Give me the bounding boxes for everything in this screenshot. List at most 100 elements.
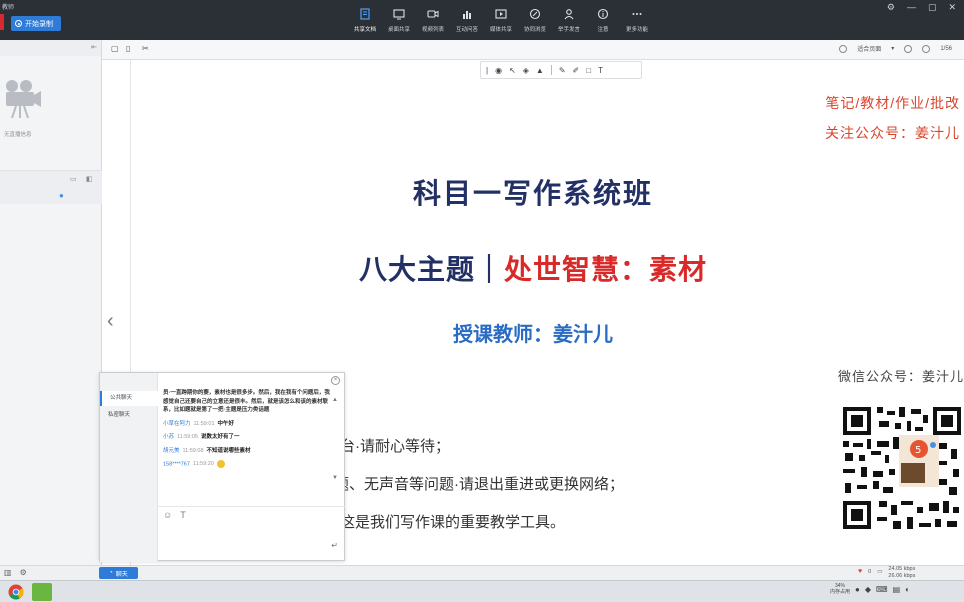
chat-text: 说数太好有了一 <box>201 434 240 440</box>
zoom-out-icon[interactable] <box>904 44 913 53</box>
subtitle-left: 八大主题｜ <box>358 253 504 286</box>
shield-icon[interactable]: ◆ <box>865 585 871 594</box>
zoom-fit-icon[interactable] <box>839 44 848 53</box>
chat-message: 小苏 11:59:05 说数太好有了一 <box>163 433 333 442</box>
keyboard-icon[interactable]: ⌨ <box>876 585 888 594</box>
tab-public-chat[interactable]: 公共聊天 <box>100 391 158 406</box>
left-panel-strip: ▭ ◧ ● <box>0 170 102 204</box>
toolbar-desktop-share[interactable]: 桌面共享 <box>382 6 416 36</box>
toolbar-notice[interactable]: 注意 <box>586 6 620 36</box>
chat-time: 11:59:01 <box>193 420 215 427</box>
text-icon[interactable]: T <box>598 66 603 75</box>
toolbar-label: 更多功能 <box>625 27 648 33</box>
flag-icon[interactable]: ▥ <box>4 568 12 577</box>
close-icon[interactable]: ✕ <box>948 2 956 13</box>
toolbar-label: 举手发言 <box>557 27 580 33</box>
memory-label: 内存占用 <box>830 589 851 595</box>
chat-time: 11:59:08 <box>182 447 204 454</box>
chat-sender[interactable]: 小草在阿力 <box>163 421 191 427</box>
pen-icon[interactable]: ✎ <box>559 66 566 75</box>
chat-panel: 公共聊天 私密聊天 × ▲ ▼ 员·一直跨期你的要，素材也是很多步。然后，我在我… <box>99 372 345 562</box>
chat-text: 不知道说哪些素材 <box>206 447 251 454</box>
chat-sender[interactable]: 胡元美 <box>163 448 180 454</box>
record-circle-icon[interactable]: ◉ <box>495 66 502 75</box>
chat-tabs: 公共聊天 私密聊天 <box>100 373 158 562</box>
volume-icon[interactable]: ◐ <box>905 585 910 594</box>
toolbar-hand-raise[interactable]: 举手发言 <box>552 6 586 36</box>
folder-icon[interactable]: ▭ <box>70 175 77 183</box>
network-icon[interactable]: ▤ <box>893 585 901 594</box>
gear-icon[interactable]: ⚙ <box>20 568 27 577</box>
tab-private-chat[interactable]: 私密聊天 <box>100 408 158 423</box>
chat-sender[interactable]: 小苏 <box>163 434 174 440</box>
toolbar-video-list[interactable]: 视频列表 <box>416 6 450 36</box>
lock-icon[interactable]: ◧ <box>86 175 93 183</box>
settings-icon[interactable]: ⚙ <box>887 2 895 13</box>
toolbar-label: 共享文档 <box>353 27 376 33</box>
toolbar-browse[interactable]: 协同浏览 <box>518 6 552 36</box>
drag-handle-icon[interactable]: | <box>486 66 488 75</box>
zoom-in-icon[interactable] <box>922 44 931 53</box>
chat-message: 158****767 11:59:20 <box>163 460 333 469</box>
page-indicator: 1/56 <box>940 45 952 52</box>
maximize-icon[interactable]: ▢ <box>928 2 937 13</box>
chart-icon <box>463 11 471 19</box>
record-tray-icon[interactable]: ● <box>855 585 860 594</box>
toolbar-label: 桌面共享 <box>387 27 410 33</box>
slide-subtitle: 八大主题｜处世智慧：素材 <box>102 248 964 288</box>
share-doc-icon <box>360 8 370 20</box>
toolbar-label: 互动问答 <box>455 27 478 33</box>
chat-message: 胡元美 11:59:08 不知道说哪些素材 <box>163 447 333 456</box>
emoji-icon[interactable]: ☺ <box>163 510 172 520</box>
heart-icon: ♥ <box>858 568 863 576</box>
slide-line-3: 这是我们写作课的重要教学工具。 <box>340 514 566 531</box>
chevron-down-icon[interactable]: ▾ <box>891 45 894 52</box>
classroom-app-icon[interactable] <box>32 583 52 601</box>
chat-time: 11:59:05 <box>177 434 199 440</box>
drawing-toolbar: | ◉ ↖ ◈ ▲ ✎ ✐ □ T <box>480 61 642 79</box>
fill-icon[interactable]: ▲ <box>536 66 544 75</box>
record-button[interactable]: 开始录制 <box>11 16 61 31</box>
new-file-icon[interactable]: ▯ <box>126 44 130 53</box>
toolbar-qa[interactable]: 互动问答 <box>450 6 484 36</box>
subtitle-right: 处世智慧：素材 <box>504 253 708 286</box>
svg-text:5: 5 <box>915 445 921 456</box>
divider <box>158 506 345 507</box>
minimize-icon[interactable]: — <box>907 2 916 13</box>
chat-bubble-icon: ◔ <box>109 570 113 576</box>
pointer-icon[interactable]: ↖ <box>509 66 516 75</box>
chat-input-tools: ☺ T <box>163 510 186 520</box>
toolbar-more[interactable]: 更多功能 <box>620 6 654 36</box>
collapse-icon[interactable]: ⇤ <box>91 43 97 51</box>
more-icon <box>632 13 642 15</box>
chat-button[interactable]: ◔ 聊天 <box>99 567 138 579</box>
send-icon[interactable]: ↵ <box>331 541 338 550</box>
toolbar-media-share[interactable]: 媒体共享 <box>484 6 518 36</box>
memory-usage: 34% 内存占用 <box>830 583 850 595</box>
chat-text: 中午好 <box>217 420 235 427</box>
eraser-icon[interactable]: ◈ <box>523 66 529 75</box>
slide-note-1: 笔记/教材/作业/批改 <box>825 95 960 111</box>
close-icon[interactable]: × <box>331 376 340 385</box>
slide-teacher: 授课教师：姜汁儿 <box>453 322 613 346</box>
scissors-icon[interactable]: ✂ <box>142 44 149 53</box>
browse-icon <box>529 8 541 20</box>
microphone-icon[interactable]: ● <box>59 191 64 200</box>
text-format-icon[interactable]: T <box>180 510 186 520</box>
top-toolbar: 教师 开始录制 共享文档 桌面共享 视频列表 互动问答 媒体共享 协同浏览 举手… <box>0 0 964 40</box>
monitor-icon: ▭ <box>877 569 883 576</box>
brush-icon[interactable]: ✐ <box>573 66 580 75</box>
record-icon <box>15 20 22 27</box>
toolbar-share-doc[interactable]: 共享文档 <box>348 6 382 36</box>
chat-sender[interactable]: 158****767 <box>163 461 190 467</box>
open-file-icon[interactable]: ▢ <box>111 44 119 53</box>
hand-raise-icon <box>564 9 574 20</box>
camera-status-label: 无直播信息 <box>4 132 32 138</box>
scroll-down-icon[interactable]: ▼ <box>332 475 338 481</box>
left-panel-header: ⇤ <box>0 40 101 56</box>
chrome-icon[interactable] <box>6 583 26 601</box>
os-taskbar: 34% 内存占用 ● ◆ ⌨ ▤ ◐ <box>0 580 964 602</box>
rectangle-icon[interactable]: □ <box>586 66 591 75</box>
status-bar: ▥ ⚙ ◔ 聊天 ♥ 0 ▭ 24.05 kbps 26.06 kbps <box>0 565 964 580</box>
fit-mode-select[interactable]: 适合页面 <box>857 44 881 53</box>
